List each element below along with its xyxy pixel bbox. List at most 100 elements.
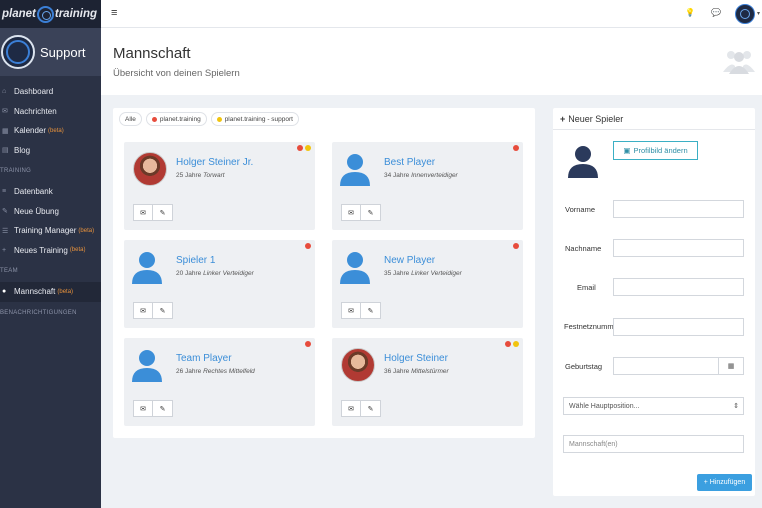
- sidebar-item-training-manager[interactable]: ☰ Training Manager (beta): [0, 221, 101, 241]
- brand-logo[interactable]: planet training: [0, 0, 101, 28]
- page-title: Mannschaft: [113, 45, 191, 62]
- player-card[interactable]: New Player 35 Jahre Linker Verteidiger ✉ ✎: [332, 240, 523, 328]
- sidebar-item-label: Neues Training: [14, 245, 68, 255]
- sidebar-section-training: TRAINING: [0, 168, 32, 174]
- message-button[interactable]: ✉: [133, 302, 153, 319]
- message-button[interactable]: ✉: [133, 400, 153, 417]
- top-bar: ≡ 💡 💬 ▾: [101, 0, 762, 28]
- sidebar-item-messages[interactable]: ✉ Nachrichten: [0, 102, 101, 122]
- team-group-icon: [723, 51, 755, 74]
- status-dot-icon: [305, 341, 311, 347]
- player-card[interactable]: Spieler 1 20 Jahre Linker Verteidiger ✉ ✎: [124, 240, 315, 328]
- add-player-button[interactable]: + Hinzufügen: [697, 474, 752, 491]
- player-position: Torwart: [203, 172, 225, 179]
- sidebar-item-new-exercise[interactable]: ✎ Neue Übung: [0, 202, 101, 222]
- message-button[interactable]: ✉: [341, 400, 361, 417]
- chevron-down-icon[interactable]: ▾: [757, 10, 760, 17]
- last-name-field[interactable]: [613, 239, 744, 257]
- first-name-label: Vorname: [565, 205, 596, 214]
- sidebar-item-team[interactable]: ● Mannschaft (beta): [0, 282, 101, 302]
- player-meta: 25 Jahre Torwart: [176, 172, 225, 179]
- sidebar-item-calendar[interactable]: ▦ Kalender (beta): [0, 121, 101, 141]
- beta-badge: (beta): [48, 127, 64, 134]
- email-field[interactable]: [613, 278, 744, 296]
- player-age: 36 Jahre: [384, 368, 410, 375]
- filter-planet-training-support[interactable]: planet.training - support: [210, 112, 299, 126]
- filter-all[interactable]: Alle: [119, 112, 142, 126]
- yellow-dot-icon: [216, 116, 222, 122]
- player-name[interactable]: Holger Steiner: [384, 353, 448, 364]
- page-subtitle: Übersicht von deinen Spielern: [113, 68, 240, 79]
- team-field[interactable]: Mannschaft(en): [563, 435, 744, 453]
- brand-name-suffix: training: [54, 8, 98, 20]
- lightbulb-icon[interactable]: 💡: [685, 8, 695, 17]
- player-position: Linker Verteidiger: [203, 270, 254, 277]
- support-avatar: [1, 35, 35, 69]
- sidebar-item-label: Dashboard: [14, 87, 54, 97]
- player-name[interactable]: Spieler 1: [176, 255, 215, 266]
- edit-button[interactable]: ✎: [153, 400, 173, 417]
- beta-badge: (beta): [57, 288, 74, 295]
- landline-field[interactable]: [613, 318, 744, 336]
- edit-button[interactable]: ✎: [361, 204, 381, 221]
- support-profile[interactable]: Support: [0, 28, 101, 76]
- player-card[interactable]: Best Player 34 Jahre Innenverteidiger ✉ ✎: [332, 142, 523, 230]
- team-panel: Alle planet.training planet.training - s…: [113, 108, 535, 438]
- position-select[interactable]: Wähle Hauptposition... ⇕: [563, 397, 744, 415]
- filter-bar: Alle planet.training planet.training - s…: [119, 112, 299, 126]
- birthday-field[interactable]: [613, 357, 719, 375]
- edit-button[interactable]: ✎: [361, 400, 381, 417]
- player-name[interactable]: Best Player: [384, 157, 435, 168]
- card-actions: ✉ ✎: [341, 204, 381, 221]
- calendar-icon: ▦: [2, 127, 9, 135]
- avatar-placeholder-icon: [568, 146, 598, 178]
- database-icon: ≡: [2, 188, 7, 196]
- player-name[interactable]: New Player: [384, 255, 435, 266]
- status-dot-icon: [513, 341, 519, 347]
- message-button[interactable]: ✉: [133, 204, 153, 221]
- message-button[interactable]: ✉: [341, 204, 361, 221]
- sidebar-item-database[interactable]: ≡ Datenbank: [0, 182, 101, 202]
- change-profile-image-button[interactable]: ▣ Profilbild ändern: [613, 141, 698, 160]
- player-card[interactable]: Holger Steiner Jr. 25 Jahre Torwart ✉ ✎: [124, 142, 315, 230]
- sidebar-item-blog[interactable]: ▤ Blog: [0, 141, 101, 161]
- player-meta: 34 Jahre Innenverteidiger: [384, 172, 458, 179]
- edit-button[interactable]: ✎: [153, 204, 173, 221]
- user-avatar-icon: [132, 252, 162, 284]
- filter-planet-training[interactable]: planet.training: [145, 112, 207, 126]
- sidebar: planet training Support ⌂ Dashboard ✉ Na…: [0, 0, 101, 508]
- chevron-updown-icon: ⇕: [733, 403, 739, 410]
- player-name[interactable]: Holger Steiner Jr.: [176, 157, 253, 168]
- planet-logo-icon: [36, 5, 54, 23]
- sidebar-item-dashboard[interactable]: ⌂ Dashboard: [0, 82, 101, 102]
- player-meta: 26 Jahre Rechtes Mittelfeld: [176, 368, 255, 375]
- last-name-label: Nachname: [565, 244, 602, 253]
- status-indicators: [297, 145, 311, 151]
- email-label: Email: [577, 283, 596, 292]
- player-age: 25 Jahre: [176, 172, 202, 179]
- player-meta: 35 Jahre Linker Verteidiger: [384, 270, 462, 277]
- status-indicators: [513, 243, 519, 249]
- edit-button[interactable]: ✎: [361, 302, 381, 319]
- player-card[interactable]: Holger Steiner 36 Jahre Mittelstürmer ✉ ✎: [332, 338, 523, 426]
- player-name[interactable]: Team Player: [176, 353, 232, 364]
- card-actions: ✉ ✎: [133, 400, 173, 417]
- first-name-field[interactable]: [613, 200, 744, 218]
- status-dot-icon: [513, 145, 519, 151]
- status-dot-icon: [505, 341, 511, 347]
- card-actions: ✉ ✎: [133, 204, 173, 221]
- menu-toggle-icon[interactable]: ≡: [111, 7, 117, 19]
- mail-icon: ✉: [2, 108, 8, 116]
- player-card[interactable]: Team Player 26 Jahre Rechtes Mittelfeld ✉ ✎: [124, 338, 315, 426]
- sidebar-item-new-training[interactable]: + Neues Training (beta): [0, 241, 101, 261]
- edit-button[interactable]: ✎: [153, 302, 173, 319]
- sidebar-item-label: Mannschaft: [14, 287, 56, 297]
- page-header: Mannschaft Übersicht von deinen Spielern: [101, 28, 762, 95]
- chat-icon[interactable]: 💬: [711, 8, 721, 17]
- status-indicators: [305, 341, 311, 347]
- message-button[interactable]: ✉: [341, 302, 361, 319]
- calendar-icon[interactable]: ▦: [718, 357, 744, 375]
- status-dot-icon: [305, 243, 311, 249]
- user-avatar[interactable]: [735, 4, 755, 24]
- sidebar-item-label: Nachrichten: [14, 106, 57, 116]
